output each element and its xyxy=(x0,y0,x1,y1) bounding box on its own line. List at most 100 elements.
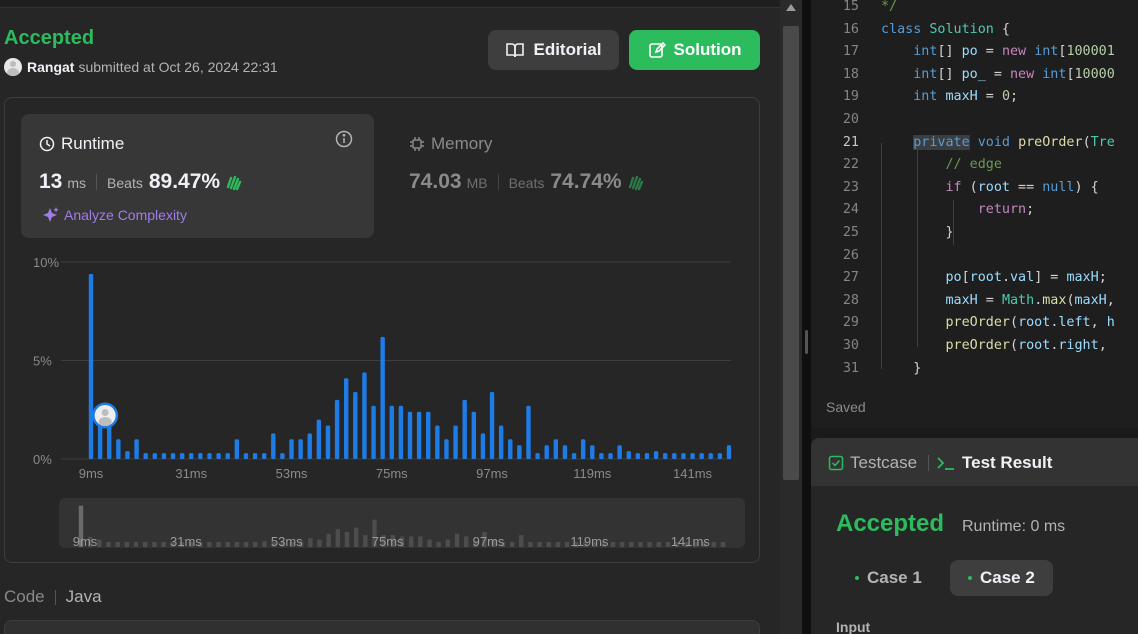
runtime-bar[interactable] xyxy=(161,453,167,459)
runtime-bar[interactable] xyxy=(216,453,221,459)
runtime-bar[interactable] xyxy=(316,419,322,459)
runtime-bar[interactable] xyxy=(380,336,385,459)
runtime-bar[interactable] xyxy=(626,451,631,459)
runtime-bar[interactable] xyxy=(426,411,431,459)
runtime-bar[interactable] xyxy=(234,439,240,459)
scroll-up-icon[interactable] xyxy=(786,4,796,11)
runtime-bar[interactable] xyxy=(261,453,267,459)
runtime-bar[interactable] xyxy=(271,433,276,459)
runtime-bar[interactable] xyxy=(207,453,212,459)
runtime-bar[interactable] xyxy=(170,453,176,459)
analyze-complexity-link[interactable]: Analyze Complexity xyxy=(41,206,187,224)
runtime-bar[interactable] xyxy=(225,453,230,459)
runtime-bar[interactable] xyxy=(107,425,112,459)
runtime-bar[interactable] xyxy=(353,392,358,459)
runtime-bar[interactable] xyxy=(435,425,440,459)
runtime-bar[interactable] xyxy=(152,453,157,459)
runtime-bar[interactable] xyxy=(289,439,294,459)
runtime-bar[interactable] xyxy=(307,433,312,459)
runtime-bar[interactable] xyxy=(717,453,723,459)
case-1-tab[interactable]: Case 1 xyxy=(837,560,940,596)
user-avatar[interactable] xyxy=(4,58,22,76)
runtime-bar[interactable] xyxy=(116,439,121,459)
runtime-bar[interactable] xyxy=(562,445,568,459)
code-line[interactable]: 26 xyxy=(811,248,1138,271)
runtime-distribution-chart[interactable]: 10% 5% 0% 9ms 31ms 53ms 75ms 97ms 119ms 141ms xyxy=(5,248,761,488)
pane-resize-gutter[interactable] xyxy=(802,0,811,634)
code-line[interactable]: 17 int[] po = new int[100001 xyxy=(811,44,1138,67)
runtime-bar[interactable] xyxy=(672,453,677,459)
code-line[interactable]: 24 return; xyxy=(811,202,1138,225)
runtime-bar[interactable] xyxy=(699,453,704,459)
runtime-bar[interactable] xyxy=(125,451,130,459)
runtime-bar[interactable] xyxy=(608,453,613,459)
case-2-tab[interactable]: Case 2 xyxy=(950,560,1053,596)
runtime-bar[interactable] xyxy=(580,439,586,459)
runtime-bar[interactable] xyxy=(526,405,531,459)
runtime-bar[interactable] xyxy=(553,439,559,459)
code-line[interactable]: 22 // edge xyxy=(811,157,1138,180)
range-selector[interactable]: 9ms 31ms 53ms 75ms 97ms 119ms 141ms xyxy=(59,498,745,549)
tab-testcase[interactable]: Testcase xyxy=(828,453,917,473)
code-line[interactable]: 19 int maxH = 0; xyxy=(811,89,1138,112)
runtime-bar[interactable] xyxy=(243,453,249,459)
runtime-bar[interactable] xyxy=(599,453,604,459)
drag-handle-icon[interactable] xyxy=(805,330,808,354)
runtime-bar[interactable] xyxy=(681,453,686,459)
scrollbar-thumb[interactable] xyxy=(783,26,799,480)
info-icon[interactable] xyxy=(335,130,353,148)
runtime-bar[interactable] xyxy=(252,453,258,459)
solution-button[interactable]: Solution xyxy=(629,30,760,70)
runtime-card[interactable]: Runtime 13 ms Beats 89.47% Analyze Compl… xyxy=(21,114,374,238)
runtime-bar[interactable] xyxy=(663,453,668,459)
code-line[interactable]: 23 if (root == null) { xyxy=(811,180,1138,203)
runtime-bar[interactable] xyxy=(298,439,303,459)
runtime-bar[interactable] xyxy=(635,453,641,459)
submitted-code-box[interactable] xyxy=(4,620,760,634)
left-pane-scrollbar[interactable] xyxy=(780,0,802,634)
tab-test-result[interactable]: Test Result xyxy=(936,453,1052,473)
runtime-bar[interactable] xyxy=(198,453,203,459)
runtime-bar[interactable] xyxy=(571,453,577,459)
runtime-bar[interactable] xyxy=(498,425,504,459)
memory-card[interactable]: Memory 74.03 MB Beats 74.74% xyxy=(391,114,751,238)
runtime-bar[interactable] xyxy=(726,445,732,459)
runtime-bar[interactable] xyxy=(189,453,194,459)
runtime-bar[interactable] xyxy=(453,425,458,459)
runtime-bar[interactable] xyxy=(334,399,340,459)
runtime-bar[interactable] xyxy=(325,425,331,459)
runtime-bar[interactable] xyxy=(389,405,394,459)
editorial-button[interactable]: Editorial xyxy=(488,30,619,70)
code-line[interactable]: 20 xyxy=(811,112,1138,135)
runtime-bar[interactable] xyxy=(88,273,94,459)
code-line[interactable]: 29 preOrder(root.left, h xyxy=(811,315,1138,338)
runtime-bar[interactable] xyxy=(690,453,695,459)
code-line-current[interactable]: 21 private void preOrder(Tre xyxy=(811,134,1138,158)
runtime-bar[interactable] xyxy=(371,405,376,459)
runtime-bar[interactable] xyxy=(508,439,513,459)
runtime-bar[interactable] xyxy=(544,445,549,459)
code-line[interactable]: 16 class Solution { xyxy=(811,22,1138,45)
runtime-bar[interactable] xyxy=(416,411,422,459)
runtime-bar[interactable] xyxy=(362,372,367,459)
runtime-bar[interactable] xyxy=(143,453,148,459)
code-line[interactable]: 30 preOrder(root.right, xyxy=(811,338,1138,361)
runtime-bar[interactable] xyxy=(280,453,285,459)
runtime-bar[interactable] xyxy=(398,405,404,459)
runtime-bar[interactable] xyxy=(480,433,486,459)
runtime-bar[interactable] xyxy=(407,411,413,459)
runtime-bar[interactable] xyxy=(179,453,185,459)
code-editor[interactable]: 15 */ 16 class Solution { 17 int[] po = ne… xyxy=(811,0,1138,428)
runtime-bar[interactable] xyxy=(444,439,449,459)
your-submission-marker[interactable] xyxy=(92,402,119,429)
runtime-bar[interactable] xyxy=(462,399,467,459)
runtime-bar[interactable] xyxy=(344,378,349,459)
runtime-bar[interactable] xyxy=(134,439,139,459)
runtime-bar[interactable] xyxy=(489,392,495,459)
code-line[interactable]: 15 */ xyxy=(811,0,1138,22)
runtime-bar[interactable] xyxy=(590,445,595,459)
code-line[interactable]: 31 } xyxy=(811,361,1138,384)
username-link[interactable]: Rangat xyxy=(27,59,74,75)
code-line[interactable]: 25 } xyxy=(811,225,1138,248)
code-line[interactable]: 28 maxH = Math.max(maxH, xyxy=(811,293,1138,316)
